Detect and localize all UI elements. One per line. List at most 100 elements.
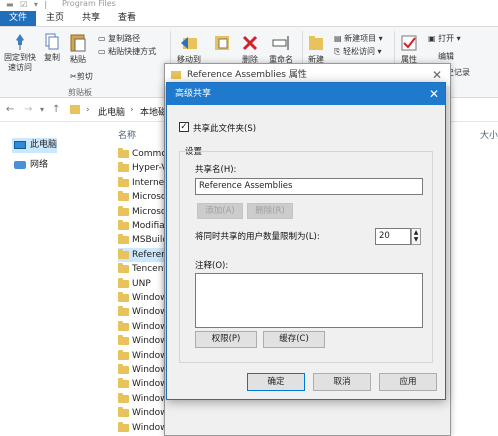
breadcrumb-local-disk[interactable]: 本地磁 — [140, 105, 167, 118]
dialog-title-bar: 高级共享 ✕ — [167, 83, 445, 105]
folder-icon — [118, 205, 129, 216]
file-name: Window — [132, 350, 168, 361]
caching-button[interactable]: 缓存(C) — [263, 331, 325, 348]
folder-icon — [118, 263, 129, 274]
file-name: Tencent — [132, 264, 167, 275]
cut-label: 剪切 — [76, 72, 93, 81]
forward-arrow-icon[interactable]: → — [24, 104, 32, 115]
easy-access-label: 轻松访问 — [342, 47, 375, 56]
paste-button[interactable]: 粘贴 — [66, 33, 90, 65]
properties-check-icon — [401, 35, 417, 51]
checkmark-icon: ✓ — [180, 122, 188, 132]
file-name: Window — [132, 307, 168, 318]
nav-item-network[interactable]: 网络 — [12, 158, 48, 173]
back-arrow-icon[interactable]: ← — [6, 104, 14, 115]
open-button[interactable]: ▣ 打开 ▾ — [428, 33, 461, 44]
edit-label: 编辑 — [438, 52, 454, 61]
rename-button[interactable]: 重命名 — [264, 33, 298, 65]
pin-button[interactable]: 固定到快 速访问 — [2, 33, 38, 73]
folder-icon — [118, 220, 129, 230]
breadcrumb-chevron-icon: › — [86, 105, 90, 115]
column-header-name[interactable]: 名称 — [118, 128, 136, 141]
folder-icon — [118, 148, 129, 158]
paste-shortcut-icon: ▭ — [98, 47, 109, 56]
file-name: Internet — [132, 177, 168, 188]
copy-to-button[interactable] — [210, 33, 234, 55]
file-name: Window — [132, 321, 168, 332]
advanced-sharing-dialog: 高级共享 ✕ ✓ 共享此文件夹(S) 设置 共享名(H): Reference … — [166, 82, 446, 400]
new-item-button[interactable]: ▤ 新建项目 ▾ — [334, 33, 383, 44]
pin-label: 固定到快 速访问 — [4, 53, 36, 72]
edit-button[interactable]: 编辑 — [438, 51, 454, 62]
up-arrow-icon[interactable]: ↑ — [52, 104, 60, 115]
copy-path-label: 复制路径 — [108, 34, 141, 43]
open-label: 打开 — [438, 34, 455, 43]
folder-icon — [118, 277, 129, 288]
copy-path-button[interactable]: ▭ 复制路径 — [98, 33, 140, 44]
share-folder-checkbox[interactable]: ✓ — [179, 122, 189, 132]
delete-button[interactable]: 删除 — [238, 33, 262, 65]
move-to-button[interactable]: 移动到 — [174, 33, 204, 65]
open-icon: ▣ — [428, 34, 439, 43]
share-folder-label: 共享此文件夹(S) — [193, 124, 257, 134]
spin-down-icon[interactable]: ▼ — [414, 236, 419, 243]
copy-path-icon: ▭ — [98, 34, 109, 43]
easy-access-icon: ⎘ — [334, 47, 343, 56]
folder-icon — [118, 162, 129, 173]
tab-view[interactable]: 查看 — [112, 11, 142, 26]
user-limit-spinner[interactable]: ▲ ▼ — [411, 228, 421, 245]
paste-shortcut-button[interactable]: ▭ 粘贴快捷方式 — [98, 46, 156, 57]
copy-button[interactable]: 复制 — [40, 33, 64, 63]
folder-icon — [118, 320, 129, 331]
breadcrumb-this-pc[interactable]: 此电脑 — [98, 105, 125, 118]
file-name: Microso — [132, 192, 167, 203]
column-header-size[interactable]: 大小 — [480, 128, 498, 141]
file-name: UNP — [132, 278, 151, 289]
easy-access-button[interactable]: ⎘ 轻松访问 ▾ — [334, 46, 382, 57]
tab-share[interactable]: 共享 — [76, 11, 106, 26]
quick-access-toolbar[interactable]: ▬ ☑ ▾ | — [6, 0, 49, 9]
nav-item-this-pc[interactable]: 此电脑 — [12, 138, 58, 153]
close-icon[interactable]: ✕ — [429, 83, 439, 105]
cut-button[interactable]: ✂剪切 — [70, 71, 93, 82]
folder-icon — [118, 335, 129, 346]
folder-icon — [118, 392, 129, 403]
folder-icon — [118, 292, 129, 302]
properties-title: Reference Assemblies 属性 — [187, 70, 307, 80]
file-name: Window — [132, 293, 168, 303]
copy-label: 复制 — [44, 53, 60, 62]
tab-file[interactable]: 文件 — [0, 11, 36, 26]
folder-icon — [171, 71, 181, 79]
apply-button[interactable]: 应用 — [379, 373, 437, 391]
delete-x-icon — [242, 35, 258, 51]
new-folder-button[interactable]: 新建 — [304, 33, 328, 65]
folder-icon — [118, 364, 129, 374]
new-item-label: 新建项目 — [344, 34, 377, 43]
file-name: MSBuild — [132, 235, 169, 246]
file-name: Window — [132, 408, 168, 419]
computer-icon — [14, 141, 26, 149]
folder-icon — [118, 191, 129, 202]
folder-icon — [118, 234, 129, 245]
tab-home[interactable]: 主页 — [40, 11, 70, 26]
user-limit-input[interactable]: 20 — [375, 228, 411, 245]
permissions-button[interactable]: 权限(P) — [195, 331, 257, 348]
recent-chevron-icon[interactable]: ▾ — [40, 105, 44, 114]
spin-up-icon[interactable]: ▲ — [414, 229, 419, 236]
file-name: Hyper-V — [132, 163, 168, 174]
file-name: Modifia — [132, 221, 165, 231]
folder-icon — [118, 378, 129, 389]
folder-icon — [118, 349, 129, 360]
explorer-title: Program Files — [62, 0, 116, 8]
share-name-input[interactable]: Reference Assemblies — [195, 178, 423, 195]
remove-share-button[interactable]: 删除(R) — [247, 203, 293, 219]
add-share-button[interactable]: 添加(A) — [197, 203, 243, 219]
pin-icon — [16, 34, 24, 50]
explorer-title-bar: ▬ ☑ ▾ | Program Files — [0, 0, 498, 10]
cancel-button[interactable]: 取消 — [313, 373, 371, 391]
properties-button[interactable]: 属性 — [396, 33, 422, 65]
comment-textarea[interactable] — [195, 273, 423, 328]
new-item-icon: ▤ — [334, 34, 345, 43]
breadcrumb-chevron-icon: › — [130, 105, 134, 115]
ok-button[interactable]: 确定 — [247, 373, 305, 391]
